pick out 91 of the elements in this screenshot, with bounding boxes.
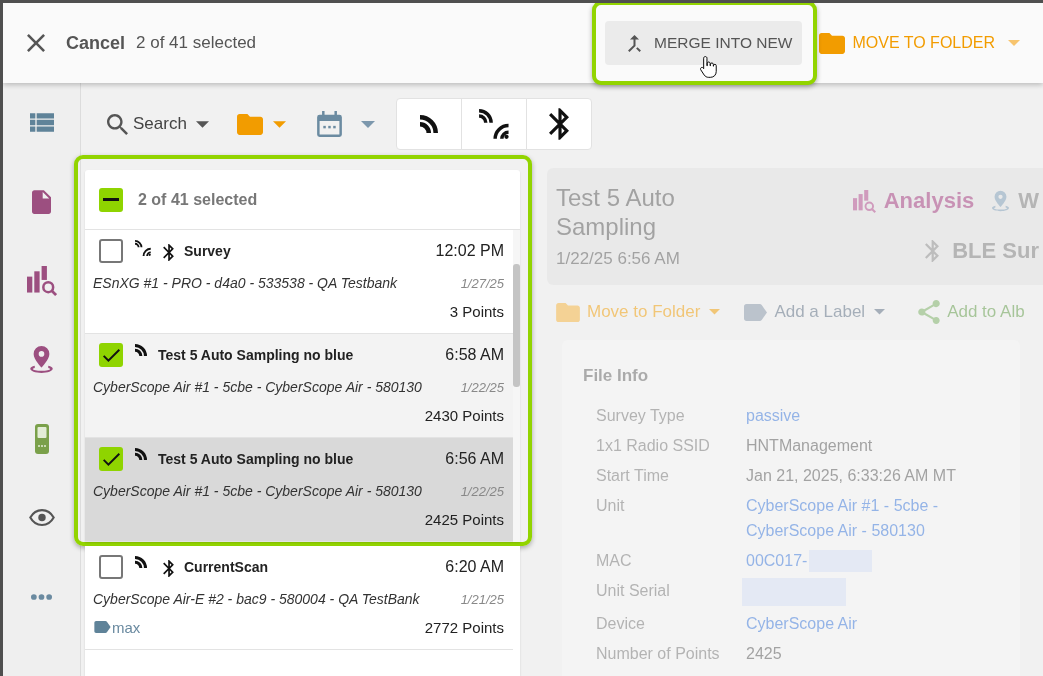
tag-icon (744, 303, 768, 321)
field-link[interactable]: passive (746, 403, 801, 428)
bluetooth-icon (548, 108, 569, 140)
tag-icon (94, 621, 111, 633)
pin-icon[interactable] (30, 346, 53, 373)
add-label-button[interactable]: Add a Label (744, 302, 886, 322)
filter-toggle-button[interactable] (460, 98, 527, 150)
view-tab[interactable]: Analysis (852, 183, 975, 219)
merge-button[interactable]: MERGE INTO NEW (605, 21, 803, 65)
search-button[interactable]: Search (105, 113, 209, 135)
field-label: Start Time (596, 466, 670, 486)
close-icon (27, 34, 45, 52)
row-title: CurrentScan (184, 559, 269, 575)
hand-cursor-icon (700, 56, 718, 78)
file-row[interactable]: CurrentScan 6:20 AM CyberScope Air-E #2 - bac9 - 580004 - QA TestBank 1/21/25 max 2772 Points (85, 546, 513, 650)
field-label: 1x1 Radio SSID (596, 436, 711, 456)
row-date: 1/22/25 (460, 483, 504, 499)
caret-icon (1008, 40, 1020, 46)
merge-icon (628, 34, 642, 52)
detail-date: 1/22/25 6:56 AM (556, 249, 681, 269)
row-unit: CyberScope Air #1 - 5cbe - CyberScope Air - 580130 (93, 379, 422, 395)
bluetooth-icon (925, 240, 940, 262)
caret-icon (360, 120, 375, 128)
selection-count: 2 of 41 selected (136, 33, 257, 53)
field-label: Survey Type (596, 406, 686, 426)
caret-icon (195, 120, 209, 128)
eye-icon[interactable] (28, 509, 55, 526)
more-icon[interactable] (31, 593, 52, 600)
row-points: 2430 Points (424, 406, 504, 424)
caret-icon (272, 120, 286, 128)
field-label: Number of Points (596, 644, 721, 664)
row-points: 2772 Points (424, 618, 504, 636)
field-value: HNTManagement (746, 436, 873, 456)
file-info-title: File Info (583, 366, 650, 386)
search-icon (107, 113, 128, 135)
row-checkbox[interactable] (99, 239, 123, 263)
select-all-checkbox[interactable] (99, 187, 123, 212)
field-label: Unit Serial (596, 581, 671, 601)
row-title: Survey (184, 243, 231, 259)
row-unit: ESnXG #1 - PRO - d4a0 - 533538 - QA Testbank (93, 275, 397, 291)
file-row[interactable]: Survey 12:02 PM ESnXG #1 - PRO - d4a0 - 533538 - QA Testbank 1/27/25 3 Points (85, 230, 513, 334)
row-unit: CyberScope Air #1 - 5cbe - CyberScope Air - 580130 (93, 483, 422, 499)
filter-toggle-button[interactable] (395, 98, 462, 150)
row-points: 3 Points (449, 302, 504, 320)
handheld-device-icon[interactable] (34, 423, 49, 454)
share-action-button[interactable]: Add to Alb (918, 300, 1025, 324)
calendar-icon (316, 111, 342, 137)
signal-arcs-icon (419, 115, 438, 133)
filter-toggle-button[interactable] (525, 98, 592, 150)
row-date: 1/27/25 (460, 275, 504, 291)
field-value: 2425 (746, 644, 782, 664)
file-row[interactable]: Test 5 Auto Sampling no blue 6:58 AM CyberScope Air #1 - 5cbe - CyberScope Air - 580130 1/22/25 2430 Points (85, 334, 513, 438)
file-icon[interactable] (32, 189, 51, 214)
row-title: Test 5 Auto Sampling no blue (158, 451, 354, 467)
share-icon (918, 300, 941, 324)
field-link[interactable]: CyberScope Air #1 - 5cbe - CyberScope Air - 580130 (746, 493, 991, 543)
move-to-folder-button[interactable]: MOVE TO FOLDER (819, 32, 1020, 54)
row-label: max (112, 618, 141, 636)
row-checkbox[interactable] (99, 343, 123, 367)
row-time: 6:56 AM (445, 450, 504, 468)
row-time: 12:02 PM (435, 242, 504, 260)
row-date: 1/21/25 (460, 591, 504, 607)
field-link[interactable]: CyberScope Air (746, 611, 858, 636)
folder-icon (236, 113, 263, 135)
chart-search-icon (852, 189, 876, 213)
row-date: 1/22/25 (460, 379, 504, 395)
move-to-folder-button[interactable]: Move to Folder (556, 302, 721, 322)
cancel-button[interactable]: Cancel (27, 32, 126, 54)
date-filter-button[interactable] (316, 111, 375, 137)
chart-search-icon[interactable] (26, 265, 57, 296)
row-time: 6:20 AM (445, 558, 504, 576)
folder-icon (819, 32, 846, 54)
folder-icon (556, 302, 580, 322)
selection-count: 2 of 41 selected (138, 190, 258, 209)
field-label: Unit (596, 496, 626, 516)
field-label: Device (596, 614, 646, 634)
row-checkbox[interactable] (99, 555, 123, 579)
scrollbar-thumb[interactable] (513, 264, 520, 387)
list-icon[interactable] (29, 113, 54, 132)
file-row[interactable]: Test 5 Auto Sampling no blue 6:56 AM CyberScope Air #1 - 5cbe - CyberScope Air - 580130 1/22/25 2425 Points (85, 438, 513, 542)
pin-icon (992, 190, 1010, 212)
field-label: MAC (596, 551, 633, 571)
signal-arcs-wifi-icon (478, 109, 509, 139)
field-link[interactable]: 00C017- (746, 548, 808, 573)
row-unit: CyberScope Air-E #2 - bac9 - 580004 - QA TestBank (93, 591, 420, 607)
detail-title: Test 5 Auto Sampling (556, 183, 676, 241)
field-value: Jan 21, 2025, 6:33:26 AM MT (746, 466, 956, 486)
row-checkbox[interactable] (99, 447, 123, 471)
row-points: 2425 Points (424, 510, 504, 528)
row-title: Test 5 Auto Sampling no blue (158, 347, 354, 363)
row-time: 6:58 AM (445, 346, 504, 364)
